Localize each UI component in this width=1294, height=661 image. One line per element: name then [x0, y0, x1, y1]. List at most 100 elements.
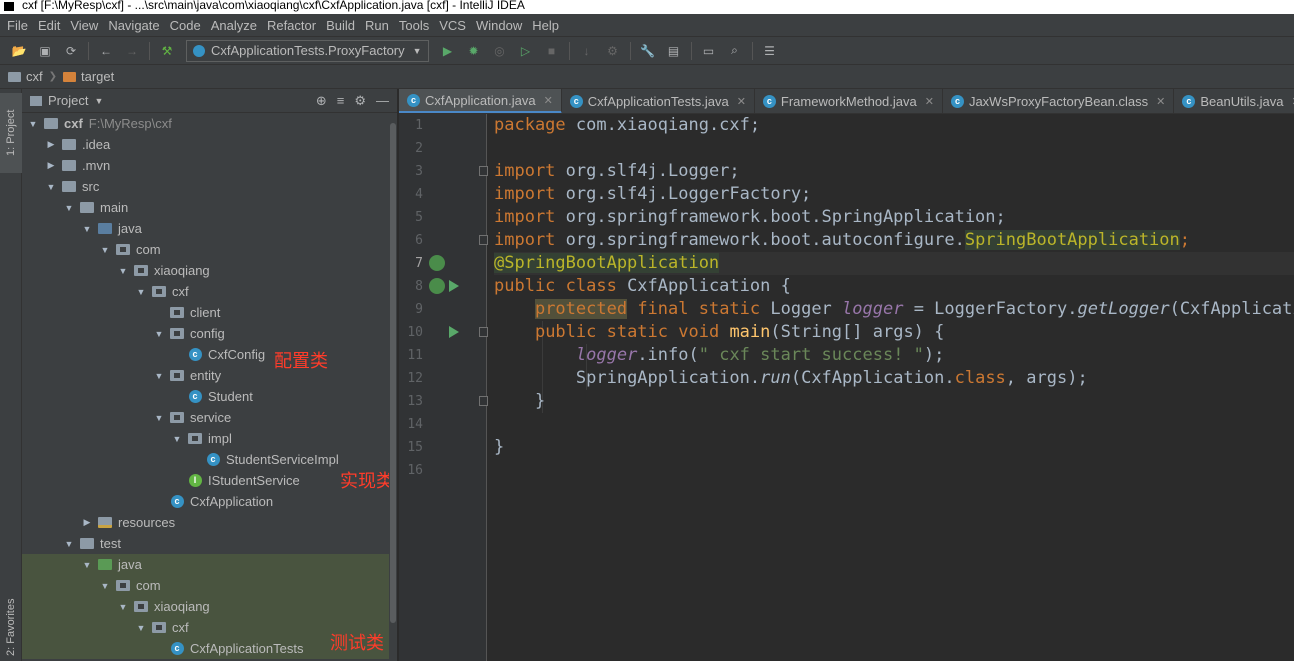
tree-node-service[interactable]: ▼ service — [22, 407, 397, 428]
menu-help[interactable]: Help — [527, 18, 564, 33]
run-configuration-select[interactable]: CxfApplicationTests.ProxyFactory ▼ — [186, 39, 429, 62]
menu-vcs[interactable]: VCS — [434, 18, 471, 33]
tree-node-cxf[interactable]: ▼ cxf F:\MyResp\cxf — [22, 113, 397, 134]
menu-refactor[interactable]: Refactor — [262, 18, 321, 33]
expand-down-icon[interactable]: ▼ — [100, 245, 110, 255]
breadcrumb-target[interactable]: target — [81, 69, 114, 84]
tab-cxfapplication-java[interactable]: c CxfApplication.java ✕ — [399, 89, 562, 113]
expand-down-icon[interactable]: ▼ — [46, 182, 56, 192]
fold-marker-icon[interactable] — [479, 166, 488, 176]
tree-node-mvn[interactable]: ▶ .mvn — [22, 155, 397, 176]
project-structure-icon[interactable]: ▤ — [666, 43, 682, 59]
menu-build[interactable]: Build — [321, 18, 360, 33]
open-folder-icon[interactable]: 📂 — [11, 43, 27, 59]
forward-arrow-icon[interactable]: → — [124, 43, 140, 59]
menu-window[interactable]: Window — [471, 18, 527, 33]
fold-marker-icon[interactable] — [479, 396, 488, 406]
tree-node-java[interactable]: ▼ java — [22, 218, 397, 239]
chevron-down-icon[interactable]: ▼ — [94, 96, 103, 106]
hide-panel-icon[interactable]: — — [376, 93, 389, 109]
expand-down-icon[interactable]: ▼ — [154, 371, 164, 381]
tree-node-resources[interactable]: ▶ resources — [22, 512, 397, 533]
expand-down-icon[interactable]: ▼ — [136, 623, 146, 633]
expand-down-icon[interactable]: ▼ — [100, 581, 110, 591]
tasks-icon[interactable]: ☰ — [762, 43, 778, 59]
tree-node-xiaoqiang[interactable]: ▼ xiaoqiang — [22, 260, 397, 281]
expand-down-icon[interactable]: ▼ — [64, 539, 74, 549]
expand-down-icon[interactable]: ▼ — [64, 203, 74, 213]
close-icon[interactable]: ✕ — [737, 95, 746, 108]
vcs-commit-icon[interactable]: ⚙ — [605, 43, 621, 59]
menu-tools[interactable]: Tools — [394, 18, 434, 33]
settings-wrench-icon[interactable]: 🔧 — [640, 43, 656, 59]
tree-node-cxf[interactable]: ▼ cxf — [22, 281, 397, 302]
fold-marker-icon[interactable] — [479, 327, 488, 337]
menu-file[interactable]: File — [2, 18, 33, 33]
build-hammer-icon[interactable]: ⚒ — [159, 43, 175, 59]
tree-node-cxfapplication[interactable]: ▶cCxfApplication — [22, 491, 397, 512]
expand-down-icon[interactable]: ▼ — [136, 287, 146, 297]
save-all-icon[interactable]: ▣ — [37, 43, 53, 59]
tree-node-com[interactable]: ▼ com — [22, 239, 397, 260]
gear-icon[interactable]: ⚙ — [354, 93, 366, 109]
scrollbar-thumb[interactable] — [390, 123, 396, 623]
close-icon[interactable]: ✕ — [544, 94, 553, 107]
close-icon[interactable]: ✕ — [1156, 95, 1165, 108]
expand-right-icon[interactable]: ▶ — [46, 160, 56, 171]
spring-bean-icon[interactable] — [429, 278, 445, 294]
search-icon[interactable]: ⌕ — [727, 43, 743, 59]
menu-navigate[interactable]: Navigate — [103, 18, 164, 33]
expand-down-icon[interactable]: ▼ — [154, 413, 164, 423]
tree-node-config[interactable]: ▼ config — [22, 323, 397, 344]
profile-icon[interactable]: ▷ — [518, 43, 534, 59]
tree-node-xiaoqiang[interactable]: ▼ xiaoqiang — [22, 596, 397, 617]
expand-down-icon[interactable]: ▼ — [172, 434, 182, 444]
tree-node-entity[interactable]: ▼ entity — [22, 365, 397, 386]
menu-view[interactable]: View — [65, 18, 103, 33]
run-icon[interactable]: ▶ — [440, 43, 456, 59]
run-gutter-icon[interactable] — [449, 280, 459, 292]
menu-code[interactable]: Code — [165, 18, 206, 33]
project-view-select[interactable]: Project — [48, 93, 88, 108]
stop-icon[interactable]: ■ — [544, 43, 560, 59]
tab-cxfapplicationtests-java[interactable]: c CxfApplicationTests.java ✕ — [562, 89, 755, 113]
expand-down-icon[interactable]: ▼ — [154, 329, 164, 339]
tree-node-client[interactable]: ▶client — [22, 302, 397, 323]
project-scrollbar[interactable] — [389, 113, 397, 661]
tree-node-idea[interactable]: ▶ .idea — [22, 134, 397, 155]
tree-node-com[interactable]: ▼ com — [22, 575, 397, 596]
tree-node-cxfconfig[interactable]: ▶cCxfConfig — [22, 344, 397, 365]
tab-beanutils-java[interactable]: c BeanUtils.java ✕ — [1174, 89, 1294, 113]
expand-right-icon[interactable]: ▶ — [82, 517, 92, 528]
run-gutter-icon[interactable] — [449, 326, 459, 338]
scroll-from-source-icon[interactable]: ⊕ — [316, 93, 327, 109]
run-coverage-icon[interactable]: ◎ — [492, 43, 508, 59]
expand-down-icon[interactable]: ▼ — [118, 602, 128, 612]
expand-down-icon[interactable]: ▼ — [82, 560, 92, 570]
expand-right-icon[interactable]: ▶ — [46, 139, 56, 150]
sync-icon[interactable]: ⟳ — [63, 43, 79, 59]
terminal-icon[interactable]: ▭ — [701, 43, 717, 59]
close-icon[interactable]: ✕ — [925, 95, 934, 108]
tree-node-impl[interactable]: ▼ impl — [22, 428, 397, 449]
breadcrumb-cxf[interactable]: cxf — [26, 69, 43, 84]
spring-bean-icon[interactable] — [429, 255, 445, 271]
menu-analyze[interactable]: Analyze — [206, 18, 262, 33]
tree-node-test[interactable]: ▼ test — [22, 533, 397, 554]
tab-jaxwsproxyfactorybean-class[interactable]: c JaxWsProxyFactoryBean.class ✕ — [943, 89, 1175, 113]
menu-run[interactable]: Run — [360, 18, 394, 33]
tree-node-student[interactable]: ▶cStudent — [22, 386, 397, 407]
expand-down-icon[interactable]: ▼ — [82, 224, 92, 234]
favorites-tool-tab[interactable]: 2: Favorites — [0, 597, 22, 657]
back-arrow-icon[interactable]: ← — [98, 43, 114, 59]
expand-down-icon[interactable]: ▼ — [28, 119, 38, 129]
menu-edit[interactable]: Edit — [33, 18, 65, 33]
fold-marker-icon[interactable] — [479, 235, 488, 245]
collapse-all-icon[interactable]: ≡ — [337, 93, 345, 109]
code-editor[interactable]: 1 2 3 4 5 6 7 8 9 10 11 12 13 14 15 16 package com.xiao… — [399, 114, 1294, 661]
expand-down-icon[interactable]: ▼ — [118, 266, 128, 276]
tree-node-src[interactable]: ▼ src — [22, 176, 397, 197]
project-tool-tab[interactable]: 1: Project — [0, 93, 22, 173]
tab-frameworkmethod-java[interactable]: c FrameworkMethod.java ✕ — [755, 89, 943, 113]
vcs-update-icon[interactable]: ↓ — [579, 43, 595, 59]
